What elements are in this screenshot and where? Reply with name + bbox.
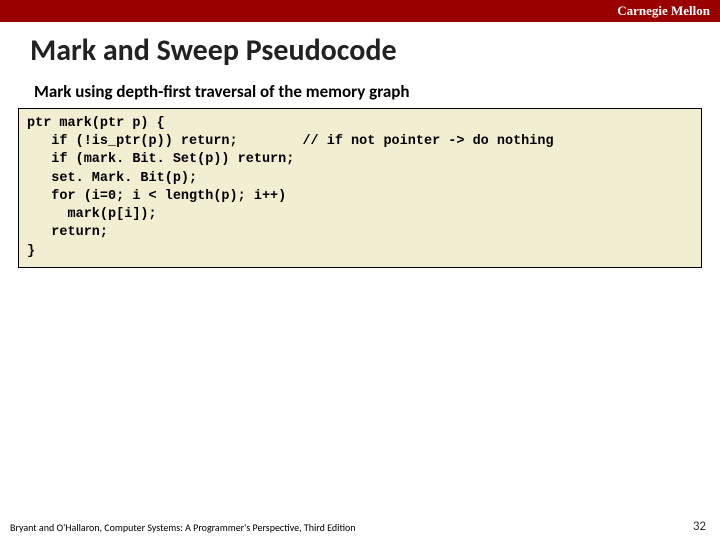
slide-subtitle: Mark using depth-first traversal of the … <box>0 77 720 106</box>
slide-title: Mark and Sweep Pseudocode <box>0 22 720 77</box>
top-bar: Carnegie Mellon <box>0 0 720 22</box>
footer: Bryant and O'Hallaron, Computer Systems:… <box>0 519 720 534</box>
org-label: Carnegie Mellon <box>617 3 710 19</box>
footer-citation: Bryant and O'Hallaron, Computer Systems:… <box>10 521 356 534</box>
slide: Carnegie Mellon Mark and Sweep Pseudocod… <box>0 0 720 540</box>
code-block: ptr mark(ptr p) { if (!is_ptr(p)) return… <box>18 108 702 268</box>
page-number: 32 <box>693 519 706 534</box>
